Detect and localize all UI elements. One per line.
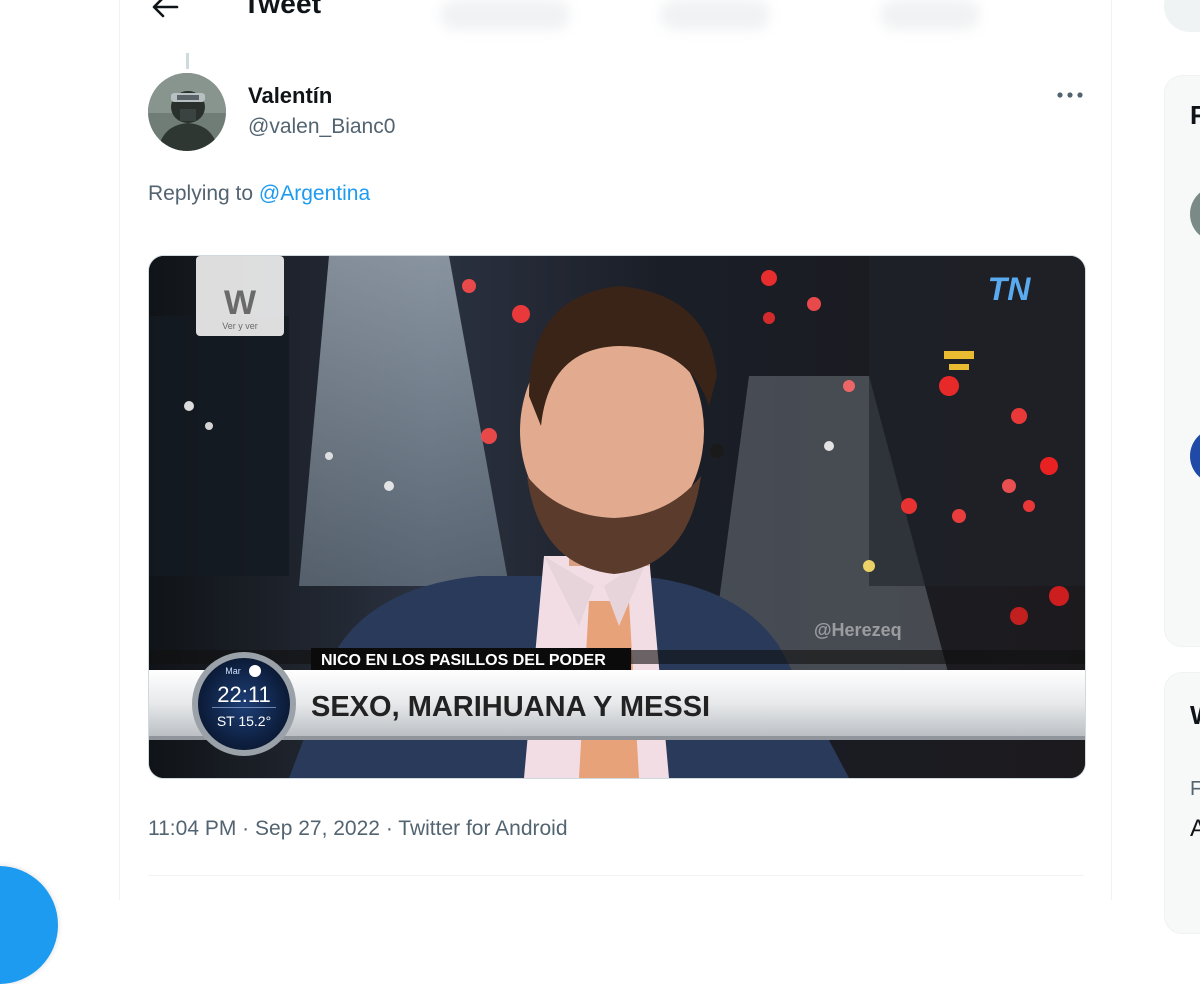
sidebar-card-2-title: W	[1190, 700, 1200, 731]
clock-time: 22:11	[217, 682, 270, 707]
column-border-right	[1111, 0, 1112, 900]
handle-watermark: @Herezeq	[814, 620, 902, 640]
author-avatar[interactable]	[148, 73, 226, 151]
meta-separator-1: ·	[242, 817, 250, 840]
page-title: Tweet	[243, 0, 322, 19]
tweet-meta: 11:04 PM · Sep 27, 2022 · Twitter for An…	[148, 817, 568, 841]
segment-label: NICO EN LOS PASILLOS DEL PODER	[321, 652, 606, 669]
watermark-logo: W	[224, 284, 257, 322]
network-logo: TN	[988, 271, 1032, 307]
back-button[interactable]	[148, 0, 182, 24]
tweet-media-image[interactable]: W Ver y ver TN @Herezeq NICO EN LOS PASI…	[148, 255, 1086, 779]
clock-channel: Mar	[225, 666, 241, 676]
tweet-date[interactable]: Sep 27, 2022	[255, 817, 380, 840]
sidebar-card-1	[1164, 75, 1200, 647]
avatar-image	[148, 73, 226, 151]
header-blur-2	[660, 0, 770, 30]
media-scene: W Ver y ver TN @Herezeq NICO EN LOS PASI…	[149, 256, 1085, 778]
author-display-name[interactable]: Valentín	[248, 83, 332, 109]
author-handle[interactable]: @valen_Bianc0	[248, 115, 395, 139]
sidebar-small-text-2: A	[1190, 815, 1200, 842]
tweet-divider	[148, 875, 1084, 876]
search-box[interactable]	[1164, 0, 1200, 32]
tweet-time[interactable]: 11:04 PM	[148, 817, 236, 840]
tweet-source[interactable]: Twitter for Android	[398, 817, 567, 840]
more-horizontal-icon	[1057, 92, 1083, 98]
sidebar-small-text-1: F	[1190, 778, 1200, 800]
replying-to-line: Replying to @Argentina	[148, 182, 370, 206]
compose-fab[interactable]	[0, 866, 58, 984]
column-border-left	[119, 0, 120, 900]
meta-separator-2: ·	[385, 817, 393, 840]
watermark-small: Ver y ver	[222, 321, 258, 331]
sidebar-card-1-title: F	[1190, 100, 1200, 130]
header-blur-3	[880, 0, 980, 30]
more-options-button[interactable]	[1050, 80, 1090, 110]
clock-temp: ST 15.2°	[217, 713, 271, 729]
headline-text: SEXO, MARIHUANA Y MESSI	[311, 691, 710, 723]
replying-to-prefix: Replying to	[148, 182, 254, 205]
thread-connector-line	[186, 53, 189, 69]
replying-to-link[interactable]: @Argentina	[259, 182, 370, 205]
header-blur-1	[440, 0, 570, 30]
arrow-left-icon	[152, 0, 179, 18]
